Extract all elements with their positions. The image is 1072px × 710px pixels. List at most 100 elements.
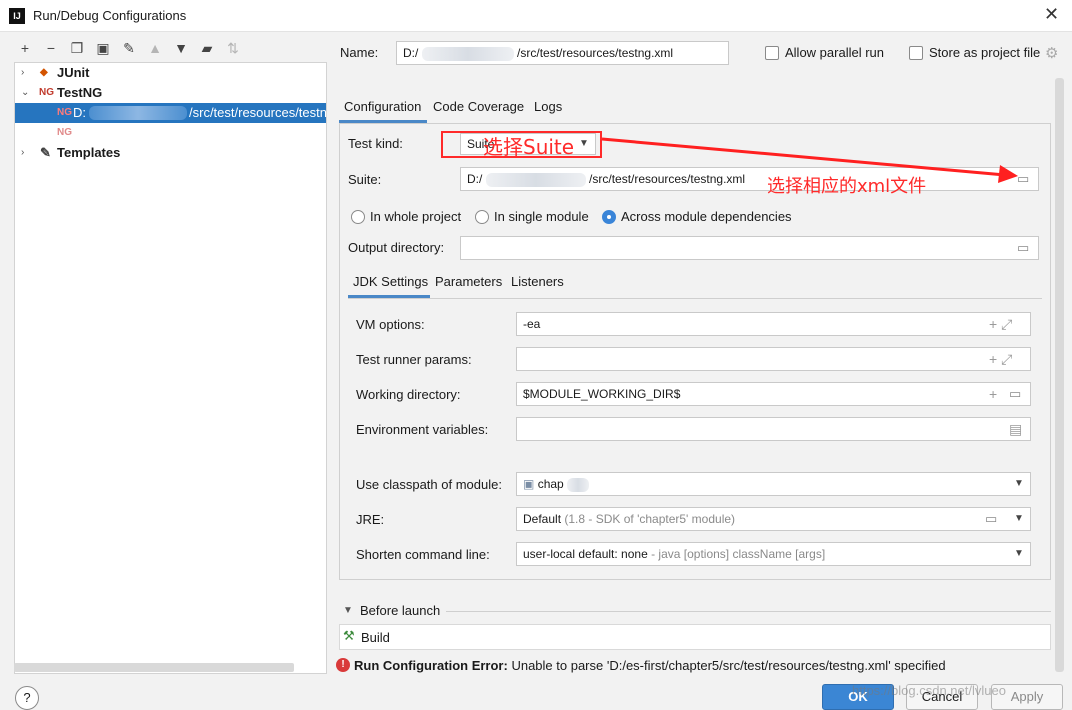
redacted-path: [421, 46, 514, 61]
tree-item-testng[interactable]: ⌄ NG TestNG: [15, 83, 326, 103]
redacted-path: [485, 172, 586, 187]
scope-across-radio[interactable]: [602, 210, 616, 224]
error-title: Run Configuration Error:: [354, 658, 508, 673]
scope-whole-label: In whole project: [370, 209, 462, 224]
chevron-down-icon[interactable]: ⌄: [21, 83, 29, 103]
title-bar: IJ Run/Debug Configurations ✕: [0, 0, 1072, 32]
name-suffix: /src/test/resources/testng.xml: [517, 46, 674, 60]
output-directory-input[interactable]: ▭: [460, 236, 1039, 260]
annotation-arrow: [601, 137, 1018, 183]
folder-icon[interactable]: ▭: [1017, 237, 1029, 259]
scope-single-module-radio[interactable]: [475, 210, 489, 224]
classpath-module-dropdown[interactable]: ▣ chap ▼: [516, 472, 1031, 496]
store-project-checkbox[interactable]: [909, 46, 923, 60]
copy-icon[interactable]: ❐: [68, 38, 86, 58]
gear-icon[interactable]: ⚙: [1045, 44, 1058, 62]
working-directory-value: $MODULE_WORKING_DIR$: [523, 387, 681, 401]
save-icon[interactable]: ▣: [94, 38, 112, 58]
allow-parallel-checkbox[interactable]: [765, 46, 779, 60]
tree-item-templates[interactable]: › ✎ Templates: [15, 143, 326, 163]
tab-code-coverage[interactable]: Code Coverage: [433, 99, 524, 114]
chevron-right-icon[interactable]: ›: [21, 63, 24, 83]
annotation-select-suite: 选择Suite: [483, 135, 575, 159]
before-launch-build[interactable]: Build: [361, 630, 390, 645]
move-up-icon[interactable]: ▲: [146, 38, 164, 58]
add-macro-icon[interactable]: +: [989, 383, 997, 405]
document-icon[interactable]: ▤: [1009, 418, 1022, 440]
tab-parameters[interactable]: Parameters: [435, 274, 502, 289]
shorten-command-dropdown[interactable]: user-local default: none - java [options…: [516, 542, 1031, 566]
output-directory-label: Output directory:: [348, 240, 445, 255]
folder-icon[interactable]: ▭: [1009, 383, 1021, 405]
tab-configuration[interactable]: Configuration: [344, 99, 421, 114]
folder-icon[interactable]: ▭: [985, 508, 997, 530]
testng-error-icon: NG: [57, 127, 72, 138]
chevron-down-icon[interactable]: ▼: [343, 605, 353, 616]
tree-selected-suffix: /src/test/resources/testn: [189, 105, 327, 120]
tab-jdk-settings[interactable]: JDK Settings: [353, 274, 428, 289]
module-icon: ▣: [523, 477, 535, 491]
name-label: Name:: [340, 45, 379, 60]
tree-label-templates: Templates: [57, 145, 121, 160]
tab-logs[interactable]: Logs: [534, 99, 562, 114]
test-runner-label: Test runner params:: [356, 352, 472, 367]
wrench-icon: ✎: [40, 145, 51, 160]
vm-options-input[interactable]: -ea + ⤢: [516, 312, 1031, 336]
tree-selected-prefix: D:: [73, 105, 86, 120]
vertical-scrollbar[interactable]: [1055, 78, 1064, 672]
divider: [446, 611, 1051, 612]
scope-across-label: Across module dependencies: [621, 209, 792, 224]
chevron-down-icon: ▼: [1014, 548, 1024, 559]
before-launch-label: Before launch: [360, 603, 441, 618]
testng-icon: NG: [39, 87, 54, 98]
shorten-command-value: user-local default: none: [523, 547, 648, 561]
name-input[interactable]: D:/ /src/test/resources/testng.xml: [396, 41, 729, 65]
close-icon[interactable]: ✕: [1044, 4, 1059, 25]
move-down-icon[interactable]: ▼: [172, 38, 190, 58]
testng-error-icon: NG: [57, 107, 72, 118]
jre-dropdown[interactable]: Default (1.8 - SDK of 'chapter5' module)…: [516, 507, 1031, 531]
add-icon[interactable]: +: [16, 38, 34, 58]
config-tree: › ◆ JUnit ⌄ NG TestNG NG D: /src/test/re…: [14, 62, 327, 674]
allow-parallel-label: Allow parallel run: [785, 45, 884, 60]
error-icon: !: [336, 658, 350, 672]
window-title: Run/Debug Configurations: [33, 8, 187, 23]
expand-icon[interactable]: + ⤢: [989, 313, 1012, 335]
chevron-right-icon[interactable]: ›: [21, 143, 24, 163]
test-kind-label: Test kind:: [348, 136, 403, 151]
junit-icon: ◆: [40, 67, 48, 78]
tree-item-unnamed[interactable]: NG: [15, 123, 326, 143]
tree-item-selected-config[interactable]: NG D: /src/test/resources/testn: [15, 103, 327, 123]
redacted-module: [567, 477, 590, 492]
jre-label: JRE:: [356, 512, 385, 527]
help-button[interactable]: ?: [15, 686, 39, 710]
environment-variables-label: Environment variables:: [356, 422, 489, 437]
chevron-down-icon: ▼: [1014, 478, 1024, 489]
hammer-icon: ⚒: [343, 628, 355, 643]
classpath-module-value: chap: [537, 477, 564, 491]
folder-add-icon[interactable]: ▰: [198, 38, 216, 58]
redacted-path: [89, 106, 187, 120]
working-directory-input[interactable]: $MODULE_WORKING_DIR$ + ▭: [516, 382, 1031, 406]
environment-variables-input[interactable]: ▤: [516, 417, 1031, 441]
suite-label: Suite:: [348, 172, 382, 187]
vm-options-value: -ea: [523, 317, 541, 331]
watermark: https://blog.csdn.net/lvlueo: [852, 683, 1006, 698]
scope-single-label: In single module: [494, 209, 589, 224]
error-line: Run Configuration Error: Unable to parse…: [354, 658, 946, 673]
expand-icon[interactable]: + ⤢: [989, 348, 1012, 370]
wrench-icon[interactable]: ✎: [120, 38, 138, 58]
tab-listeners[interactable]: Listeners: [511, 274, 564, 289]
jre-detail: (1.8 - SDK of 'chapter5' module): [564, 512, 736, 526]
shorten-command-detail: - java [options] className [args]: [651, 547, 826, 561]
before-launch-list: ⚒ Build: [339, 624, 1051, 650]
remove-icon[interactable]: −: [42, 38, 60, 58]
test-runner-input[interactable]: + ⤢: [516, 347, 1031, 371]
tree-item-junit[interactable]: › ◆ JUnit: [15, 63, 326, 83]
shorten-command-label: Shorten command line:: [356, 547, 490, 562]
error-message: Unable to parse 'D:/es-first/chapter5/sr…: [511, 658, 946, 673]
scope-whole-project-radio[interactable]: [351, 210, 365, 224]
tree-horizontal-scrollbar[interactable]: [14, 663, 294, 672]
chevron-down-icon: ▼: [1014, 513, 1024, 524]
sort-icon[interactable]: ⇅: [224, 38, 242, 58]
